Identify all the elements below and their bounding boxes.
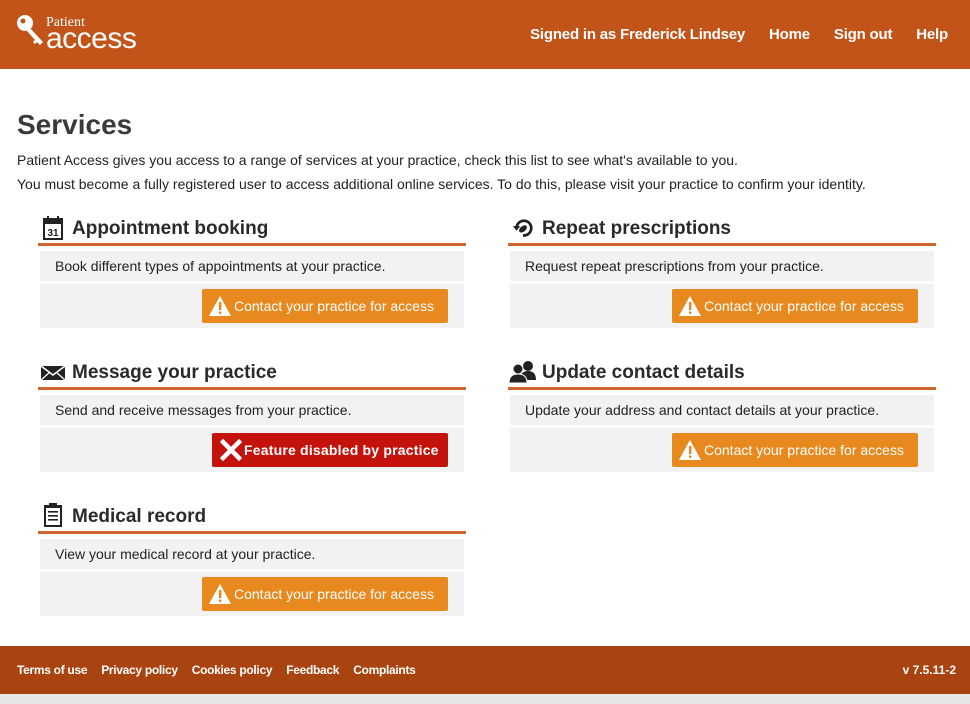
contact-practice-button[interactable]: Contact your practice for access [672, 433, 918, 467]
calendar-icon: 31 [43, 216, 63, 240]
card-title: Message your practice [72, 362, 277, 383]
warning-icon [209, 584, 231, 604]
svg-text:31: 31 [47, 228, 59, 239]
card-description: Update your address and contact details … [510, 395, 934, 425]
footer-divider [0, 694, 970, 704]
footer-links: Terms of use Privacy policy Cookies poli… [17, 663, 430, 677]
feature-disabled-button[interactable]: Feature disabled by practice [212, 433, 448, 467]
intro-text-1: Patient Access gives you access to a ran… [17, 152, 738, 168]
service-card-appointment: 31 Appointment booking Book different ty… [38, 212, 466, 328]
card-description: Book different types of appointments at … [40, 251, 464, 281]
intro-text-2: You must become a fully registered user … [17, 176, 866, 192]
card-action-area: Contact your practice for access [40, 284, 464, 328]
button-label: Contact your practice for access [234, 586, 434, 602]
people-icon [508, 361, 536, 384]
card-header: 31 Appointment booking [38, 212, 466, 246]
card-title: Update contact details [542, 362, 745, 383]
contact-practice-button[interactable]: Contact your practice for access [202, 577, 448, 611]
close-icon [220, 439, 242, 461]
page-title: Services [17, 109, 133, 140]
warning-icon [209, 296, 231, 316]
card-title: Appointment booking [72, 218, 269, 239]
card-header: Update contact details [508, 356, 936, 390]
home-link[interactable]: Home [769, 26, 810, 43]
button-label: Feature disabled by practice [244, 442, 439, 458]
feedback-link[interactable]: Feedback [286, 663, 339, 677]
card-action-area: Feature disabled by practice [40, 428, 464, 472]
clipboard-icon [44, 503, 62, 527]
cookies-policy-link[interactable]: Cookies policy [192, 663, 273, 677]
prescription-refresh-icon [512, 219, 533, 237]
service-card-medical-record: Medical record View your medical record … [38, 500, 466, 616]
version-label: v 7.5.11-2 [902, 663, 956, 677]
card-description: Send and receive messages from your prac… [40, 395, 464, 425]
help-link[interactable]: Help [916, 26, 948, 43]
service-card-contact-details: Update contact details Update your addre… [508, 356, 936, 472]
contact-practice-button[interactable]: Contact your practice for access [672, 289, 918, 323]
complaints-link[interactable]: Complaints [353, 663, 416, 677]
card-action-area: Contact your practice for access [510, 428, 934, 472]
card-description: View your medical record at your practic… [40, 539, 464, 569]
card-title: Medical record [72, 506, 207, 527]
envelope-icon [40, 365, 66, 381]
warning-icon [679, 440, 701, 460]
patient-access-logo[interactable]: Patient access [16, 14, 146, 55]
card-description: Request repeat prescriptions from your p… [510, 251, 934, 281]
button-label: Contact your practice for access [704, 298, 904, 314]
terms-of-use-link[interactable]: Terms of use [17, 663, 88, 677]
card-header: Repeat prescriptions [508, 212, 936, 246]
card-action-area: Contact your practice for access [510, 284, 934, 328]
signed-in-user-link[interactable]: Signed in as Frederick Lindsey [530, 26, 745, 43]
footer-bar: Terms of use Privacy policy Cookies poli… [0, 646, 970, 694]
sign-out-link[interactable]: Sign out [834, 26, 893, 43]
logo-text-big: access [46, 22, 137, 55]
card-header: Message your practice [38, 356, 466, 390]
service-card-prescriptions: Repeat prescriptions Request repeat pres… [508, 212, 936, 328]
button-label: Contact your practice for access [234, 298, 434, 314]
service-card-message: Message your practice Send and receive m… [38, 356, 466, 472]
key-icon [17, 15, 43, 45]
card-title: Repeat prescriptions [542, 218, 731, 239]
contact-practice-button[interactable]: Contact your practice for access [202, 289, 448, 323]
button-label: Contact your practice for access [704, 442, 904, 458]
warning-icon [679, 296, 701, 316]
card-action-area: Contact your practice for access [40, 572, 464, 616]
card-header: Medical record [38, 500, 466, 534]
header-bar: Patient access Signed in as Frederick Li… [0, 0, 970, 69]
top-nav: Signed in as Frederick Lindsey Home Sign… [506, 26, 948, 43]
privacy-policy-link[interactable]: Privacy policy [101, 663, 178, 677]
